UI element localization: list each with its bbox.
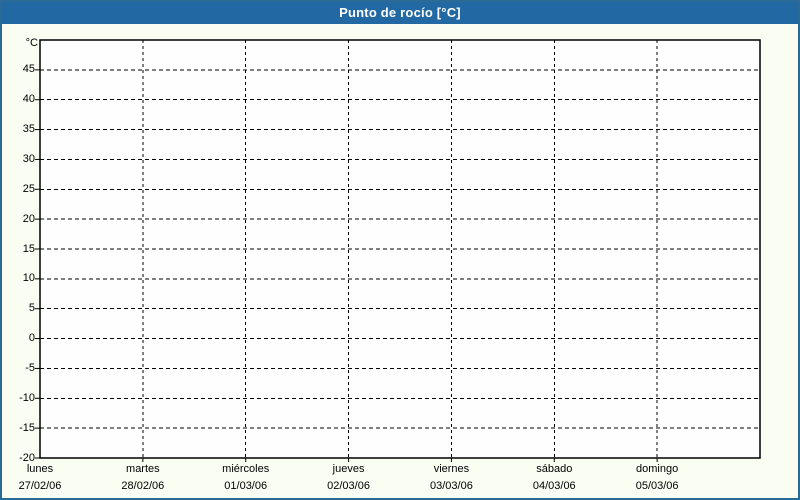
chart-window: Punto de rocío [°C] °C 45 40 35 30 25 20 15 10 5 0… [0, 0, 800, 500]
chart-title: Punto de rocío [°C] [339, 4, 461, 20]
chart-plot-grid [35, 39, 761, 462]
chart-title-bar: Punto de rocío [°C] [0, 0, 800, 24]
